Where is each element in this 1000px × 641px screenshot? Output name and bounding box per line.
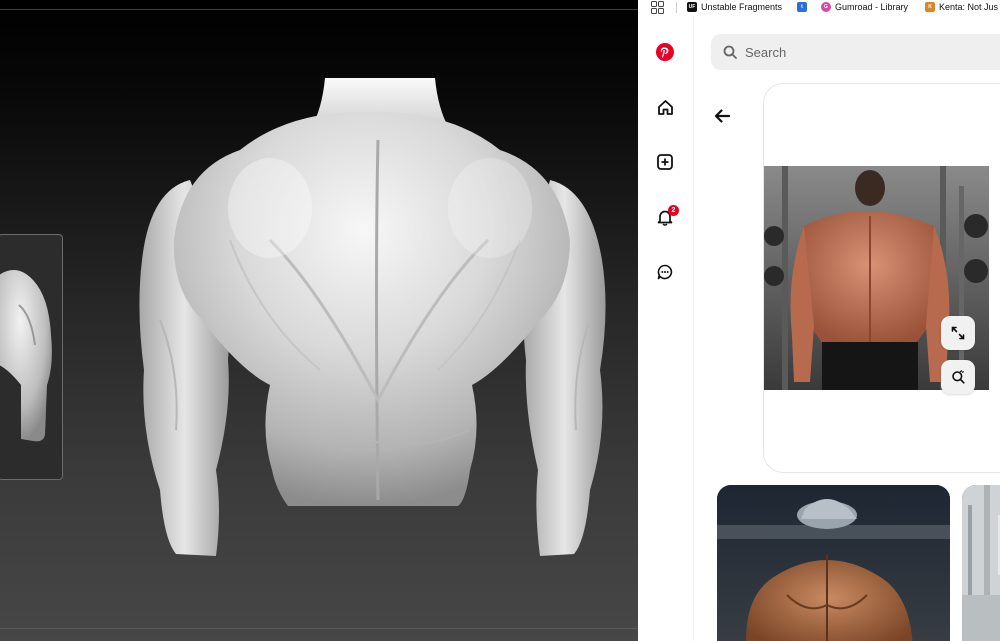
- messages-icon[interactable]: [655, 262, 675, 282]
- search-icon: [723, 45, 737, 59]
- torso-sculpt-model[interactable]: [120, 70, 620, 560]
- viewport-bottom-border: [0, 628, 638, 629]
- pin-closeup-card: [763, 83, 1000, 473]
- search-bar[interactable]: [711, 34, 1000, 70]
- related-pin-image[interactable]: [962, 485, 1000, 641]
- apps-grid-icon[interactable]: [651, 1, 664, 16]
- notification-count-badge: 2: [668, 205, 679, 216]
- back-arrow-icon[interactable]: [712, 106, 732, 126]
- bookmarks-bar: UF Unstable Fragments t G Gumroad - Libr…: [638, 0, 1000, 16]
- create-icon[interactable]: [655, 152, 675, 172]
- bookmark-unstable-fragments[interactable]: UF Unstable Fragments: [687, 2, 782, 12]
- bookmark-kenta[interactable]: K Kenta: Not Jus: [925, 2, 998, 12]
- model-thumbnail-panel[interactable]: [0, 234, 63, 480]
- bookmark-tumblr[interactable]: t: [797, 2, 807, 12]
- pin-main-image[interactable]: [764, 166, 989, 390]
- pinterest-app: 2: [638, 16, 1000, 641]
- bookmark-gumroad-library[interactable]: G Gumroad - Library: [821, 2, 908, 12]
- pinterest-logo-icon[interactable]: [655, 42, 675, 62]
- kenta-favicon: K: [925, 2, 935, 12]
- home-icon[interactable]: [655, 97, 675, 117]
- tumblr-favicon: t: [797, 2, 807, 12]
- bookmarks-separator: [676, 2, 677, 13]
- gumroad-favicon: G: [821, 2, 831, 12]
- visual-search-icon[interactable]: [941, 360, 975, 394]
- viewport-top-border: [0, 9, 638, 10]
- uf-favicon: UF: [687, 2, 697, 12]
- related-pin-image[interactable]: [717, 485, 950, 641]
- search-input[interactable]: [743, 43, 987, 61]
- rail-divider: [693, 16, 694, 641]
- expand-icon[interactable]: [941, 316, 975, 350]
- sculpt-viewport[interactable]: [0, 0, 638, 641]
- model-thumbnail: [0, 270, 52, 442]
- nav-rail: 2: [638, 16, 693, 641]
